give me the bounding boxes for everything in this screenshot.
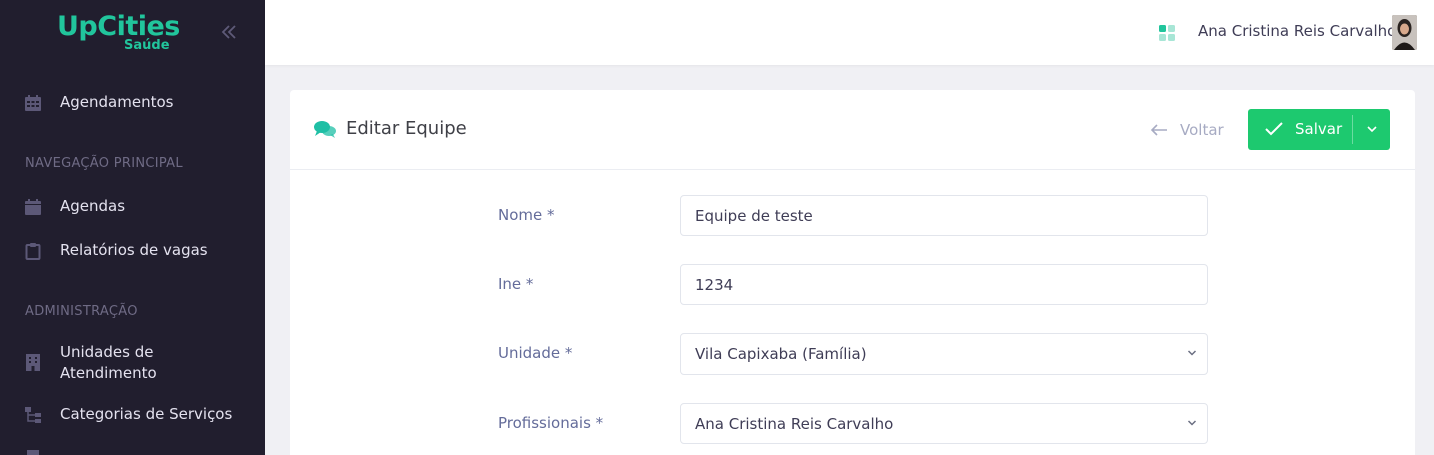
unidade-label: Unidade * [498,344,573,362]
apps-grid-icon[interactable] [1159,25,1175,41]
nome-input[interactable]: Equipe de teste [680,195,1208,236]
edit-team-card: Editar Equipe Voltar Salvar Nome * Equip… [290,90,1415,455]
sidebar-item-label: Relatórios de vagas [60,241,208,259]
sidebar-item-label: Agendas [60,197,126,215]
page-title: Editar Equipe [346,118,467,139]
profissionais-label: Profissionais * [498,414,604,432]
button-divider [1352,115,1353,144]
chevron-down-icon [1187,420,1197,426]
check-icon [1265,122,1283,136]
ine-input[interactable]: 1234 [680,264,1208,305]
nome-label: Nome * [498,206,555,224]
ine-value: 1234 [695,276,734,294]
save-button[interactable]: Salvar [1248,109,1390,150]
chevron-down-icon[interactable] [1367,125,1377,133]
unidade-value: Vila Capixaba (Família) [695,345,867,363]
menu-icon [27,450,39,455]
logo-subtext: Saúde [124,38,170,53]
sidebar-item-relatorios[interactable]: Relatórios de vagas [0,240,265,262]
logo[interactable]: UpCities Saúde [57,12,180,54]
sidebar-item-categorias[interactable]: Categorias de Serviços [0,404,265,426]
sitemap-icon [25,407,41,423]
comments-icon [314,121,336,138]
clipboard-icon [25,243,41,260]
section-title-navegacao: NAVEGAÇÃO PRINCIPAL [25,156,183,171]
building-icon [26,354,40,371]
sidebar-item-agendamentos[interactable]: Agendamentos [0,92,265,114]
chevron-down-icon [1187,350,1197,356]
back-button[interactable]: Voltar [1150,118,1224,142]
sidebar-item-partial[interactable] [0,446,265,455]
unidade-select[interactable]: Vila Capixaba (Família) [680,333,1208,375]
arrow-left-icon [1150,124,1167,136]
sidebar-item-agendas[interactable]: Agendas [0,196,265,218]
calendar-icon [25,199,41,215]
sidebar: UpCities Saúde Agendamentos NAVEGAÇÃO PR… [0,0,265,455]
back-label: Voltar [1180,121,1224,139]
card-header: Editar Equipe Voltar Salvar [290,90,1415,170]
sidebar-item-unidades[interactable]: Unidades de Atendimento [0,341,265,385]
section-title-administracao: ADMINISTRAÇÃO [25,304,138,319]
topbar: Ana Cristina Reis Carvalho [265,0,1434,65]
sidebar-item-label: Unidades de Atendimento [60,343,157,382]
user-name[interactable]: Ana Cristina Reis Carvalho [1198,22,1396,40]
profissionais-value: Ana Cristina Reis Carvalho [695,415,894,433]
collapse-sidebar-icon[interactable] [219,22,239,42]
profissionais-select[interactable]: Ana Cristina Reis Carvalho [680,403,1208,444]
avatar[interactable] [1392,15,1417,50]
nome-value: Equipe de teste [695,207,813,225]
sidebar-item-label: Agendamentos [60,93,174,111]
calendar-icon [25,95,41,111]
save-label: Salvar [1295,120,1343,138]
ine-label: Ine * [498,275,534,293]
sidebar-item-label: Categorias de Serviços [60,405,233,423]
